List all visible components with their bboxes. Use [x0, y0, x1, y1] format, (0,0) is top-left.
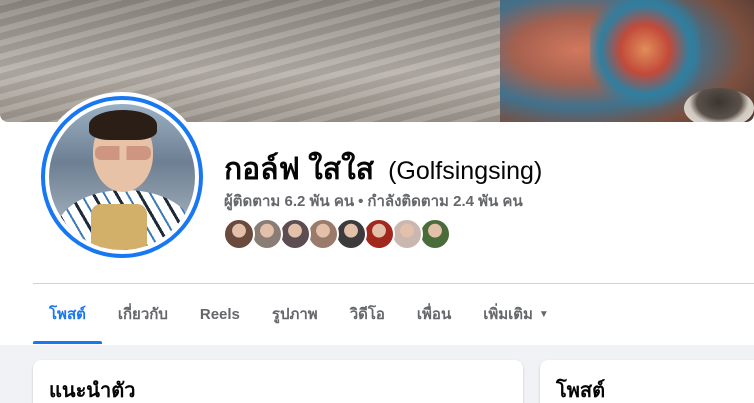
caret-down-icon: ▼ [538, 308, 549, 320]
profile-header: กอล์ฟ ใสใส (Golfsingsing) ผู้ติดตาม 6.2 … [0, 0, 754, 345]
tab-5[interactable]: เพื่อน [401, 284, 467, 344]
tab-label: Reels [199, 305, 240, 323]
intro-card: แนะนำตัว [33, 360, 523, 403]
followers-link[interactable]: ผู้ติดตาม 6.2 พัน คน [224, 193, 354, 210]
avatar [49, 104, 195, 250]
tab-3[interactable]: รูปภาพ [256, 284, 334, 344]
profile-name: กอล์ฟ ใสใส [224, 153, 375, 186]
following-link[interactable]: กำลังติดตาม 2.4 พัน คน [367, 193, 522, 210]
friend-avatar[interactable] [419, 218, 451, 250]
avatar-bag [91, 204, 147, 250]
tab-label: เกี่ยวกับ [117, 306, 168, 323]
avatar-hair [89, 110, 157, 140]
tab-6[interactable]: เพิ่มเติม ▼ [467, 284, 565, 344]
posts-card: โพสต์ [540, 360, 754, 403]
profile-name-row: กอล์ฟ ใสใส (Golfsingsing) [224, 146, 542, 186]
tab-2[interactable]: Reels [184, 284, 256, 344]
tab-label: รูปภาพ [271, 306, 318, 323]
tab-label: เพื่อน [416, 306, 452, 323]
tab-0[interactable]: โพสต์ [33, 284, 102, 344]
friend-avatar[interactable] [363, 218, 395, 250]
friend-avatar[interactable] [251, 218, 283, 250]
friend-avatars [223, 218, 451, 252]
tab-label: เพิ่มเติม [483, 306, 533, 323]
profile-stats: ผู้ติดตาม 6.2 พัน คน • กำลังติดตาม 2.4 พัน… [224, 189, 523, 213]
profile-picture[interactable] [37, 92, 207, 262]
avatar-glasses [95, 146, 151, 160]
story-ring [41, 96, 203, 258]
tab-1[interactable]: เกี่ยวกับ [102, 284, 184, 344]
cover-cup [684, 88, 754, 122]
tab-label: โพสต์ [49, 306, 86, 323]
cover-tattoo [590, 0, 700, 110]
friend-avatar[interactable] [335, 218, 367, 250]
posts-title: โพสต์ [556, 380, 606, 402]
tab-4[interactable]: วิดีโอ [334, 284, 401, 344]
friend-avatar[interactable] [279, 218, 311, 250]
friend-avatar[interactable] [391, 218, 423, 250]
tab-label: วิดีโอ [349, 306, 385, 323]
profile-alternate-name: (Golfsingsing) [388, 157, 543, 185]
friend-avatar[interactable] [307, 218, 339, 250]
stats-separator: • [358, 193, 364, 210]
friend-avatar[interactable] [223, 218, 255, 250]
profile-tabs: โพสต์ เกี่ยวกับ Reels รูปภาพ วิดีโอ เพื่อน เพิ… [33, 284, 565, 344]
intro-title: แนะนำตัว [49, 380, 136, 402]
